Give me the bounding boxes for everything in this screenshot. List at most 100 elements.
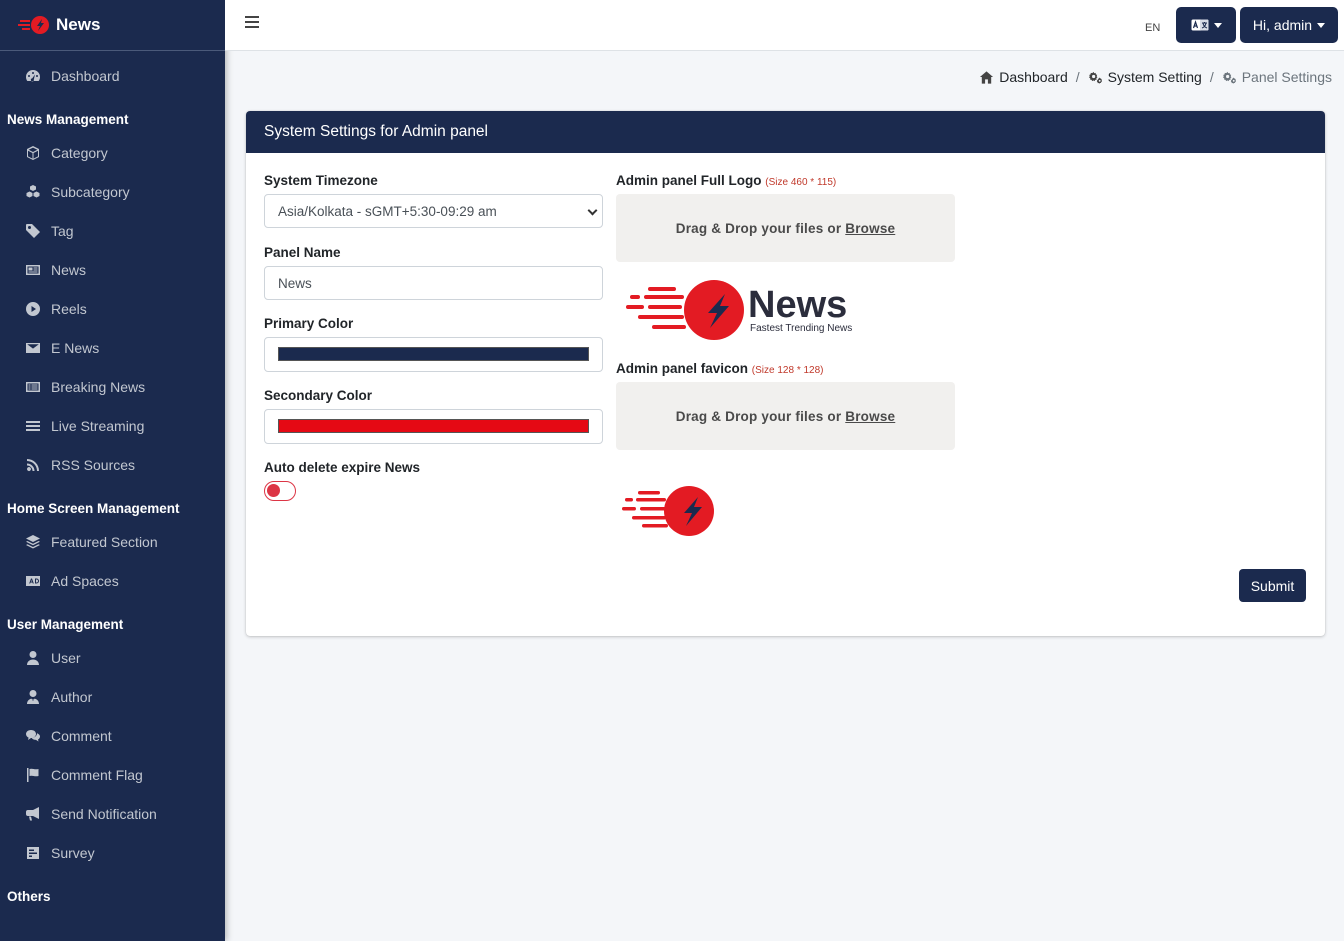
submit-button[interactable]: Submit bbox=[1239, 569, 1306, 602]
brand-name: News bbox=[56, 15, 101, 34]
chevron-down-icon bbox=[587, 205, 598, 216]
sidebar-item-tag[interactable]: Tag bbox=[0, 211, 225, 250]
timezone-select[interactable]: Asia/Kolkata - sGMT+5:30-09:29 am bbox=[264, 194, 603, 228]
breadcrumb-panel-settings: Panel Settings bbox=[1222, 69, 1332, 85]
cogs-icon bbox=[1088, 71, 1102, 84]
sidebar-item-news[interactable]: News bbox=[0, 250, 225, 289]
sidebar-item-category[interactable]: Category bbox=[0, 133, 225, 172]
list-alt-icon bbox=[24, 378, 42, 396]
sidebar-item-label: RSS Sources bbox=[51, 456, 136, 473]
sidebar-item-user[interactable]: User bbox=[0, 638, 225, 677]
dropzone-text: Drag & Drop your files or bbox=[675, 408, 842, 424]
sidebar-item-label: Featured Section bbox=[51, 533, 158, 550]
sidebar-item-label: Subcategory bbox=[51, 183, 130, 200]
panel-name-input[interactable]: News bbox=[264, 266, 603, 300]
full-logo-preview: News Fastest Trending News bbox=[626, 280, 852, 340]
sidebar-item-survey[interactable]: Survey bbox=[0, 833, 225, 872]
sidebar-item-label: Dashboard bbox=[51, 67, 120, 84]
sidebar-item-label: Reels bbox=[51, 300, 87, 317]
breadcrumb-label: System Setting bbox=[1107, 69, 1202, 85]
sidebar-item-label: E News bbox=[51, 339, 100, 356]
sidebar-item-live-streaming[interactable]: Live Streaming bbox=[0, 406, 225, 445]
sidebar-header-home-screen-management: Home Screen Management bbox=[7, 501, 180, 516]
breadcrumb-separator: / bbox=[1075, 69, 1080, 85]
auto-delete-label: Auto delete expire News bbox=[264, 460, 421, 475]
sidebar-item-label: User bbox=[51, 649, 81, 666]
language-code: EN bbox=[1145, 22, 1161, 34]
favicon-dropzone[interactable]: Drag & Drop your files or Browse bbox=[616, 382, 955, 450]
breadcrumb: Dashboard / System Setting / Panel Setti… bbox=[979, 69, 1332, 85]
sidebar-item-subcategory[interactable]: Subcategory bbox=[0, 172, 225, 211]
breadcrumb-separator: / bbox=[1209, 69, 1214, 85]
breadcrumb-dashboard[interactable]: Dashboard bbox=[979, 69, 1068, 85]
sidebar-item-author[interactable]: Author bbox=[0, 677, 225, 716]
brand[interactable]: News bbox=[0, 0, 225, 51]
sidebar-item-label: Ad Spaces bbox=[51, 572, 119, 589]
sidebar-item-rss-sources[interactable]: RSS Sources bbox=[0, 445, 225, 484]
topbar: EN Hi, admin bbox=[225, 0, 1344, 51]
favicon-preview bbox=[622, 486, 714, 536]
sidebar-item-featured-section[interactable]: Featured Section bbox=[0, 522, 225, 561]
primary-color-label: Primary Color bbox=[264, 316, 354, 331]
timezone-value: Asia/Kolkata - sGMT+5:30-09:29 am bbox=[278, 203, 497, 219]
comments-icon bbox=[24, 727, 42, 745]
secondary-color-input[interactable] bbox=[264, 409, 603, 444]
favicon-label: Admin panel favicon (Size 128 * 128) bbox=[616, 361, 824, 376]
sidebar-item-label: Breaking News bbox=[51, 378, 146, 395]
user-tie-icon bbox=[24, 688, 42, 706]
user-menu-button[interactable]: Hi, admin bbox=[1240, 7, 1338, 43]
sidebar-item-label: Survey bbox=[51, 844, 95, 861]
chevron-down-icon bbox=[1317, 22, 1326, 28]
primary-color-input[interactable] bbox=[264, 337, 603, 372]
toggle-knob bbox=[267, 484, 280, 497]
sidebar-item-breaking-news[interactable]: Breaking News bbox=[0, 367, 225, 406]
sidebar-header-news-management: News Management bbox=[7, 112, 129, 127]
cogs-icon bbox=[1222, 71, 1236, 84]
sidebar-item-label: Send Notification bbox=[51, 805, 157, 822]
logo-title: News bbox=[748, 284, 847, 326]
sidebar-item-label: Comment Flag bbox=[51, 766, 143, 783]
breadcrumb-system-setting[interactable]: System Setting bbox=[1088, 69, 1202, 85]
brand-logo-icon bbox=[18, 16, 49, 34]
newspaper-icon bbox=[24, 261, 42, 279]
full-logo-label-text: Admin panel Full Logo bbox=[616, 173, 762, 188]
sidebar-item-reels[interactable]: Reels bbox=[0, 289, 225, 328]
tag-icon bbox=[24, 222, 42, 240]
favicon-size-hint: (Size 128 * 128) bbox=[751, 365, 824, 376]
sidebar-item-e-news[interactable]: E News bbox=[0, 328, 225, 367]
play-circle-icon bbox=[24, 300, 42, 318]
timezone-label: System Timezone bbox=[264, 173, 378, 188]
full-logo-label: Admin panel Full Logo (Size 460 * 115) bbox=[616, 173, 836, 188]
cube-icon bbox=[24, 144, 42, 162]
hamburger-menu-icon[interactable] bbox=[245, 16, 259, 30]
sidebar-item-send-notification[interactable]: Send Notification bbox=[0, 794, 225, 833]
sidebar-item-dashboard[interactable]: Dashboard bbox=[0, 56, 225, 95]
layer-group-icon bbox=[24, 533, 42, 551]
browse-link[interactable]: Browse bbox=[845, 221, 895, 236]
auto-delete-toggle[interactable] bbox=[264, 481, 296, 501]
sidebar-item-label: Author bbox=[51, 688, 93, 705]
sidebar-item-comment-flag[interactable]: Comment Flag bbox=[0, 755, 225, 794]
cubes-icon bbox=[24, 183, 42, 201]
sidebar-item-ad-spaces[interactable]: Ad Spaces bbox=[0, 561, 225, 600]
full-logo-size-hint: (Size 460 * 115) bbox=[765, 177, 837, 188]
user-icon bbox=[24, 649, 42, 667]
dropzone-text: Drag & Drop your files or bbox=[675, 220, 842, 236]
sidebar: News Dashboard News Management Category … bbox=[0, 0, 225, 941]
favicon-label-text: Admin panel favicon bbox=[616, 361, 749, 376]
breadcrumb-label: Dashboard bbox=[999, 69, 1068, 85]
sidebar-item-label: Category bbox=[51, 144, 108, 161]
language-dropdown-button[interactable] bbox=[1176, 7, 1236, 43]
browse-link[interactable]: Browse bbox=[845, 409, 895, 424]
user-greeting: Hi, admin bbox=[1252, 17, 1313, 33]
tachometer-icon bbox=[24, 67, 42, 85]
full-logo-dropzone[interactable]: Drag & Drop your files or Browse bbox=[616, 194, 955, 262]
sidebar-header-user-management: User Management bbox=[7, 617, 124, 632]
bullhorn-icon bbox=[24, 805, 42, 823]
envelope-icon bbox=[24, 339, 42, 357]
secondary-color-swatch bbox=[278, 419, 589, 433]
panel-name-value: News bbox=[278, 275, 312, 291]
poll-h-icon bbox=[24, 844, 42, 862]
sidebar-item-comment[interactable]: Comment bbox=[0, 716, 225, 755]
rss-icon bbox=[24, 456, 42, 474]
